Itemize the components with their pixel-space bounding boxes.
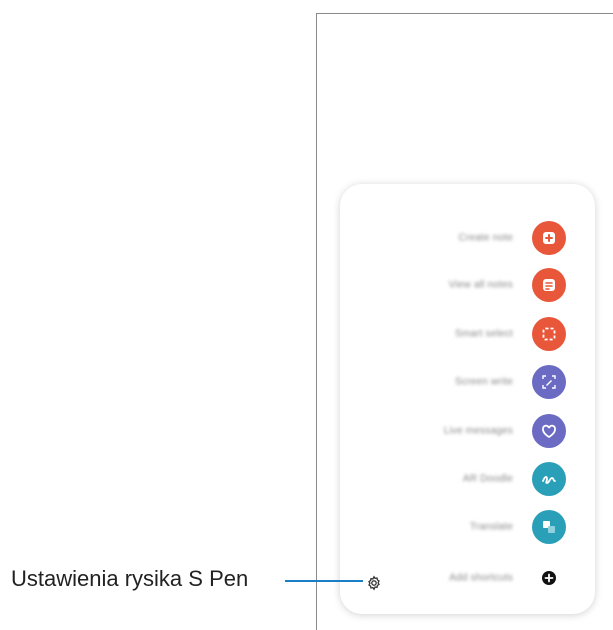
menu-item-translate[interactable]: Translate — [340, 507, 595, 547]
menu-item-label: Screen write — [455, 376, 513, 388]
air-command-panel: Create note View all notes Smart select … — [340, 184, 595, 614]
live-messages-icon[interactable] — [532, 414, 566, 448]
ar-doodle-icon[interactable] — [532, 462, 566, 496]
create-note-icon[interactable] — [532, 221, 566, 255]
callout-line — [285, 580, 363, 582]
menu-item-label: Translate — [469, 521, 513, 533]
menu-item-label: View all notes — [448, 279, 513, 291]
menu-item-label: Live messages — [443, 425, 513, 437]
settings-gear-icon[interactable] — [366, 575, 382, 591]
screen-write-icon[interactable] — [532, 365, 566, 399]
translate-icon[interactable] — [532, 510, 566, 544]
smart-select-icon[interactable] — [532, 317, 566, 351]
menu-item-label: Add shortcuts — [449, 572, 513, 584]
menu-item-screen-write[interactable]: Screen write — [340, 362, 595, 402]
add-shortcut-icon[interactable] — [532, 561, 566, 595]
menu-item-create-note[interactable]: Create note — [340, 218, 595, 258]
menu-item-label: AR Doodle — [462, 473, 513, 485]
menu-item-live-messages[interactable]: Live messages — [340, 411, 595, 451]
menu-item-label: Create note — [458, 232, 513, 244]
page: Create note View all notes Smart select … — [0, 0, 613, 630]
menu-item-ar-doodle[interactable]: AR Doodle — [340, 459, 595, 499]
menu-item-smart-select[interactable]: Smart select — [340, 314, 595, 354]
menu-item-view-notes[interactable]: View all notes — [340, 265, 595, 305]
callout-label: Ustawienia rysika S Pen — [11, 566, 249, 591]
view-notes-icon[interactable] — [532, 268, 566, 302]
menu-item-label: Smart select — [455, 328, 513, 340]
